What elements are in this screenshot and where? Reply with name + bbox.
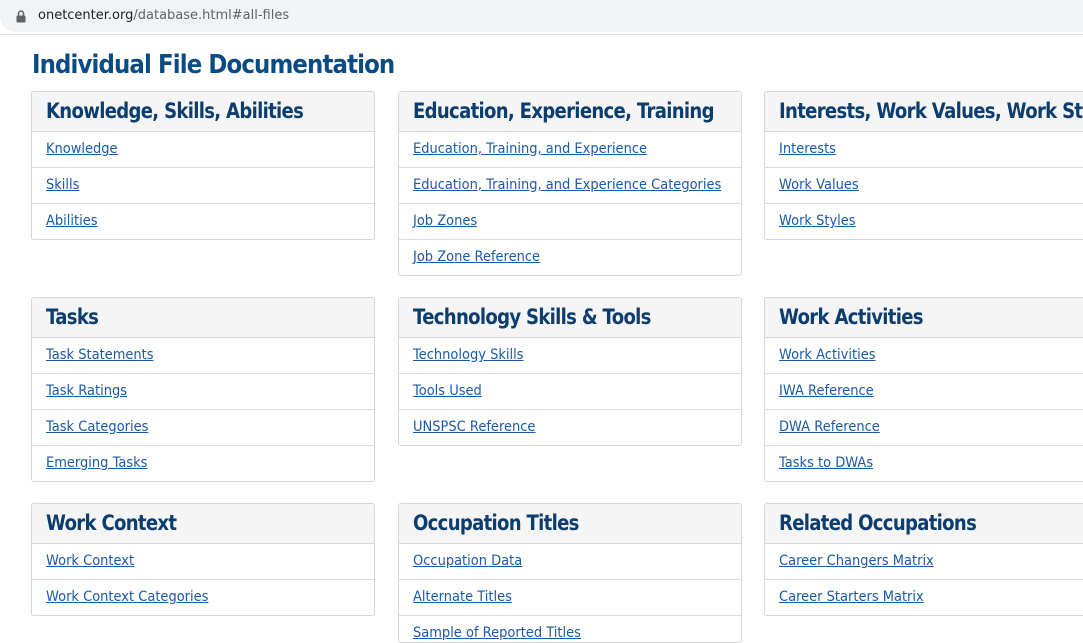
card-work-context: Work Context Work Context Work Context C… bbox=[31, 503, 375, 616]
card-link-list: Work Context Work Context Categories bbox=[32, 544, 374, 615]
file-link[interactable]: Emerging Tasks bbox=[46, 455, 147, 471]
card-header: Technology Skills & Tools bbox=[399, 298, 741, 338]
file-link[interactable]: Work Context Categories bbox=[46, 589, 208, 605]
file-link[interactable]: Interests bbox=[779, 141, 836, 157]
card-title: Occupation Titles bbox=[413, 511, 579, 535]
list-item: Emerging Tasks bbox=[32, 446, 374, 481]
card-header: Education, Experience, Training bbox=[399, 92, 741, 132]
list-item: Career Starters Matrix bbox=[765, 580, 1083, 615]
file-link[interactable]: Tools Used bbox=[413, 383, 482, 399]
list-item: Job Zones bbox=[399, 204, 741, 240]
file-link[interactable]: DWA Reference bbox=[779, 419, 880, 435]
file-link[interactable]: Career Starters Matrix bbox=[779, 589, 924, 605]
card-link-list: Education, Training, and Experience Educ… bbox=[399, 132, 741, 275]
file-link[interactable]: Job Zones bbox=[413, 213, 477, 229]
card-link-list: Occupation Data Alternate Titles Sample … bbox=[399, 544, 741, 642]
card-title: Interests, Work Values, Work Styles bbox=[779, 99, 1083, 123]
card-title: Related Occupations bbox=[779, 511, 977, 535]
list-item: UNSPSC Reference bbox=[399, 410, 741, 445]
list-item: Alternate Titles bbox=[399, 580, 741, 616]
list-item: Education, Training, and Experience bbox=[399, 132, 741, 168]
card-header: Tasks bbox=[32, 298, 374, 338]
card-work-activities: Work Activities Work Activities IWA Refe… bbox=[764, 297, 1083, 482]
file-link[interactable]: Task Categories bbox=[46, 419, 148, 435]
list-item: Task Statements bbox=[32, 338, 374, 374]
file-link[interactable]: Education, Training, and Experience Cate… bbox=[413, 177, 721, 193]
list-item: Abilities bbox=[32, 204, 374, 239]
list-item: DWA Reference bbox=[765, 410, 1083, 446]
file-link[interactable]: Education, Training, and Experience bbox=[413, 141, 647, 157]
file-link[interactable]: Job Zone Reference bbox=[413, 249, 540, 265]
card-link-list: Technology Skills Tools Used UNSPSC Refe… bbox=[399, 338, 741, 445]
list-item: Work Activities bbox=[765, 338, 1083, 374]
card-link-list: Career Changers Matrix Career Starters M… bbox=[765, 544, 1083, 615]
card-occupation-titles: Occupation Titles Occupation Data Altern… bbox=[398, 503, 742, 643]
list-item: Occupation Data bbox=[399, 544, 741, 580]
file-link[interactable]: Technology Skills bbox=[413, 347, 524, 363]
card-header: Work Context bbox=[32, 504, 374, 544]
list-item: Task Categories bbox=[32, 410, 374, 446]
file-link[interactable]: Knowledge bbox=[46, 141, 118, 157]
card-header: Knowledge, Skills, Abilities bbox=[32, 92, 374, 132]
list-item: Tasks to DWAs bbox=[765, 446, 1083, 481]
card-title: Tasks bbox=[46, 305, 99, 329]
file-link[interactable]: Work Values bbox=[779, 177, 859, 193]
list-item: Work Styles bbox=[765, 204, 1083, 239]
file-link[interactable]: IWA Reference bbox=[779, 383, 874, 399]
card-technology-skills-tools: Technology Skills & Tools Technology Ski… bbox=[398, 297, 742, 446]
card-title: Work Activities bbox=[779, 305, 924, 329]
card-link-list: Task Statements Task Ratings Task Catego… bbox=[32, 338, 374, 481]
list-item: Work Context Categories bbox=[32, 580, 374, 615]
list-item: Skills bbox=[32, 168, 374, 204]
url-domain: onetcenter.org bbox=[38, 8, 134, 23]
file-link[interactable]: Skills bbox=[46, 177, 79, 193]
file-link[interactable]: Abilities bbox=[46, 213, 98, 229]
page-title: Individual File Documentation bbox=[32, 50, 395, 80]
card-header: Work Activities bbox=[765, 298, 1083, 338]
file-link[interactable]: Career Changers Matrix bbox=[779, 553, 934, 569]
file-link[interactable]: Tasks to DWAs bbox=[779, 455, 873, 471]
file-link[interactable]: Alternate Titles bbox=[413, 589, 512, 605]
card-link-list: Work Activities IWA Reference DWA Refere… bbox=[765, 338, 1083, 481]
file-link[interactable]: Work Activities bbox=[779, 347, 876, 363]
list-item: Job Zone Reference bbox=[399, 240, 741, 275]
card-knowledge-skills-abilities: Knowledge, Skills, Abilities Knowledge S… bbox=[31, 91, 375, 240]
card-header: Interests, Work Values, Work Styles bbox=[765, 92, 1083, 132]
list-item: Interests bbox=[765, 132, 1083, 168]
list-item: Tools Used bbox=[399, 374, 741, 410]
list-item: IWA Reference bbox=[765, 374, 1083, 410]
file-link[interactable]: Task Statements bbox=[46, 347, 154, 363]
list-item: Career Changers Matrix bbox=[765, 544, 1083, 580]
card-link-list: Knowledge Skills Abilities bbox=[32, 132, 374, 239]
card-title: Knowledge, Skills, Abilities bbox=[46, 99, 304, 123]
file-link[interactable]: Sample of Reported Titles bbox=[413, 625, 581, 641]
card-tasks: Tasks Task Statements Task Ratings Task … bbox=[31, 297, 375, 482]
url-text[interactable]: onetcenter.org/database.html#all-files bbox=[38, 8, 289, 23]
card-title: Education, Experience, Training bbox=[413, 99, 715, 123]
list-item: Sample of Reported Titles bbox=[399, 616, 741, 642]
list-item: Work Values bbox=[765, 168, 1083, 204]
card-link-list: Interests Work Values Work Styles bbox=[765, 132, 1083, 239]
address-bar[interactable]: onetcenter.org/database.html#all-files bbox=[0, 0, 1083, 32]
lock-icon[interactable] bbox=[16, 10, 26, 23]
card-title: Work Context bbox=[46, 511, 177, 535]
list-item: Work Context bbox=[32, 544, 374, 580]
file-link[interactable]: UNSPSC Reference bbox=[413, 419, 535, 435]
card-title: Technology Skills & Tools bbox=[413, 305, 651, 329]
file-link[interactable]: Work Context bbox=[46, 553, 134, 569]
url-path: /database.html#all-files bbox=[133, 8, 290, 23]
card-related-occupations: Related Occupations Career Changers Matr… bbox=[764, 503, 1083, 616]
toolbar-divider bbox=[0, 34, 1083, 35]
file-link[interactable]: Occupation Data bbox=[413, 553, 522, 569]
file-link[interactable]: Work Styles bbox=[779, 213, 856, 229]
card-education-experience-training: Education, Experience, Training Educatio… bbox=[398, 91, 742, 276]
list-item: Education, Training, and Experience Cate… bbox=[399, 168, 741, 204]
list-item: Technology Skills bbox=[399, 338, 741, 374]
card-header: Occupation Titles bbox=[399, 504, 741, 544]
list-item: Task Ratings bbox=[32, 374, 374, 410]
file-link[interactable]: Task Ratings bbox=[46, 383, 127, 399]
list-item: Knowledge bbox=[32, 132, 374, 168]
card-header: Related Occupations bbox=[765, 504, 1083, 544]
card-interests-work-values-work-styles: Interests, Work Values, Work Styles Inte… bbox=[764, 91, 1083, 240]
